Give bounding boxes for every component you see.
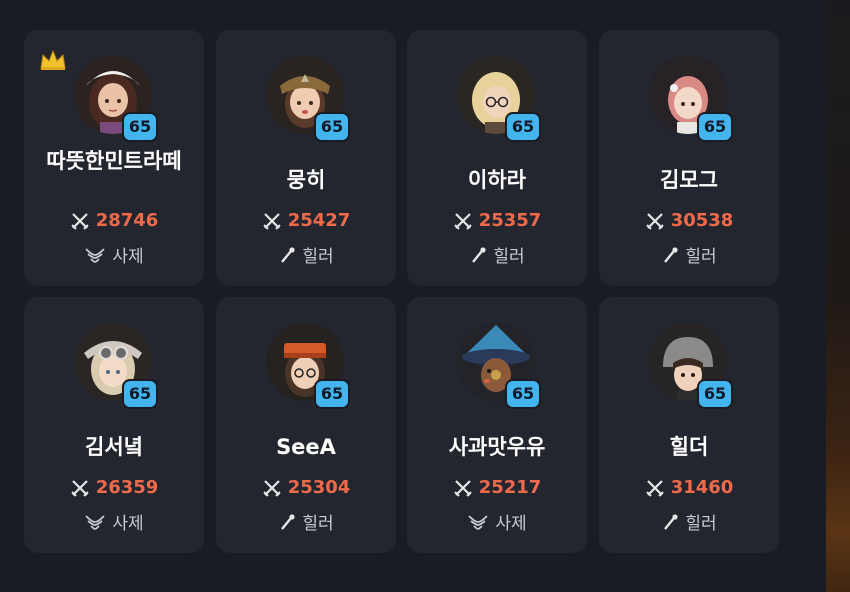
healer-icon — [664, 513, 678, 530]
crossed-swords-icon — [645, 479, 664, 497]
level-badge: 65 — [314, 379, 350, 409]
avatar: 65 — [649, 56, 733, 142]
class-name: 힐러 — [685, 247, 717, 267]
class-name: 힐러 — [302, 247, 334, 267]
member-card[interactable]: 65 사과맛우유 25217 사제 — [407, 297, 587, 553]
member-name: 따뜻한민트라떼 — [46, 149, 182, 173]
healer-icon — [472, 246, 486, 263]
avatar: 65 — [74, 56, 158, 142]
crossed-swords-icon — [453, 212, 472, 230]
member-card[interactable]: 65 힐더 31460 힐러 — [599, 297, 779, 553]
class-label: 힐러 — [599, 242, 779, 267]
combat-power-value: 25304 — [287, 477, 351, 498]
priest-icon — [85, 247, 105, 263]
crossed-swords-icon — [262, 212, 281, 230]
member-name: 뭉히 — [286, 168, 326, 192]
healer-icon — [664, 246, 678, 263]
combat-power: 25357 — [407, 210, 587, 231]
combat-power: 25304 — [216, 477, 396, 498]
member-name: 김서녘 — [85, 435, 143, 459]
level-badge: 65 — [505, 112, 541, 142]
member-card[interactable]: 65 따뜻한민트라떼 28746 사제 — [24, 30, 204, 286]
avatar: 65 — [649, 323, 733, 409]
combat-power-value: 30538 — [670, 210, 734, 231]
class-name: 사제 — [112, 514, 144, 534]
class-label: 사제 — [24, 509, 204, 534]
combat-power-value: 28746 — [95, 210, 159, 231]
combat-power: 26359 — [24, 477, 204, 498]
member-name: 힐더 — [669, 435, 709, 459]
combat-power: 31460 — [599, 477, 779, 498]
class-label: 힐러 — [216, 242, 396, 267]
combat-power: 30538 — [599, 210, 779, 231]
combat-power-value: 31460 — [670, 477, 734, 498]
member-name: 사과맛우유 — [448, 435, 546, 459]
member-card[interactable]: 65 김서녘 26359 사제 — [24, 297, 204, 553]
combat-power-value: 26359 — [95, 477, 159, 498]
avatar: 65 — [266, 56, 350, 142]
combat-power-value: 25217 — [478, 477, 542, 498]
level-badge: 65 — [697, 379, 733, 409]
crossed-swords-icon — [70, 212, 89, 230]
member-name: SeeA — [276, 435, 336, 459]
class-name: 사제 — [112, 247, 144, 267]
priest-icon — [468, 514, 488, 530]
member-card[interactable]: 65 SeeA 25304 힐러 — [216, 297, 396, 553]
class-name: 사제 — [495, 514, 527, 534]
combat-power-value: 25357 — [478, 210, 542, 231]
level-badge: 65 — [122, 379, 158, 409]
crossed-swords-icon — [70, 479, 89, 497]
class-name: 힐러 — [493, 247, 525, 267]
priest-icon — [85, 514, 105, 530]
class-label: 힐러 — [407, 242, 587, 267]
combat-power: 25217 — [407, 477, 587, 498]
level-badge: 65 — [122, 112, 158, 142]
class-name: 힐러 — [302, 514, 334, 534]
crossed-swords-icon — [453, 479, 472, 497]
avatar: 65 — [457, 323, 541, 409]
class-label: 힐러 — [599, 509, 779, 534]
member-card[interactable]: 65 이하라 25357 힐러 — [407, 30, 587, 286]
member-card[interactable]: 65 뭉히 25427 힐러 — [216, 30, 396, 286]
member-name: 김모그 — [660, 168, 718, 192]
level-badge: 65 — [505, 379, 541, 409]
crown-icon — [40, 49, 66, 70]
party-panel: 65 따뜻한민트라떼 28746 사제 65 뭉히 25427 힐러 65 이하… — [0, 0, 826, 592]
level-badge: 65 — [697, 112, 733, 142]
crossed-swords-icon — [645, 212, 664, 230]
class-name: 힐러 — [685, 514, 717, 534]
class-label: 힐러 — [216, 509, 396, 534]
class-label: 사제 — [407, 509, 587, 534]
avatar: 65 — [266, 323, 350, 409]
class-label: 사제 — [24, 242, 204, 267]
healer-icon — [281, 513, 295, 530]
crossed-swords-icon — [262, 479, 281, 497]
avatar: 65 — [457, 56, 541, 142]
combat-power: 25427 — [216, 210, 396, 231]
combat-power-value: 25427 — [287, 210, 351, 231]
member-card[interactable]: 65 김모그 30538 힐러 — [599, 30, 779, 286]
member-name: 이하라 — [468, 168, 526, 192]
combat-power: 28746 — [24, 210, 204, 231]
background-edge — [826, 0, 850, 592]
avatar: 65 — [74, 323, 158, 409]
level-badge: 65 — [314, 112, 350, 142]
healer-icon — [281, 246, 295, 263]
